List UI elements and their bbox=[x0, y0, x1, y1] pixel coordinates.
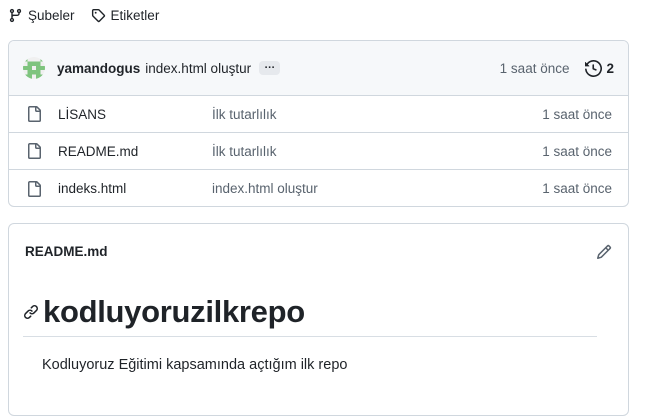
branches-label: Şubeler bbox=[28, 7, 75, 23]
tags-link[interactable]: Etiketler bbox=[91, 7, 160, 23]
readme-content: kodluyoruzilkrepo Kodluyoruz Eğitimi kap… bbox=[23, 294, 597, 373]
commit-author[interactable]: yamandogus bbox=[57, 61, 140, 76]
pencil-icon[interactable] bbox=[596, 244, 612, 260]
branches-link[interactable]: Şubeler bbox=[8, 8, 75, 23]
file-icon bbox=[28, 106, 41, 122]
latest-commit-bar: yamandogus index.html oluştur … 1 saat ö… bbox=[9, 41, 628, 96]
history-link[interactable]: 2 bbox=[585, 59, 614, 77]
readme-paragraph: Kodluyoruz Eğitimi kapsamında açtığım il… bbox=[42, 357, 348, 373]
readme-heading-wrap: kodluyoruzilkrepo bbox=[23, 294, 597, 337]
commit-expand-button[interactable]: … bbox=[259, 60, 281, 75]
file-commit-date: 1 saat önce bbox=[542, 143, 612, 159]
file-name[interactable]: indeks.html bbox=[58, 181, 212, 196]
file-name[interactable]: LİSANS bbox=[58, 107, 212, 122]
tags-label: Etiketler bbox=[110, 7, 160, 23]
file-commit-message[interactable]: İlk tutarlılık bbox=[212, 144, 277, 159]
file-icon bbox=[28, 143, 41, 159]
history-count: 2 bbox=[606, 60, 614, 76]
file-row[interactable]: README.md İlk tutarlılık 1 saat önce bbox=[9, 133, 628, 170]
file-name[interactable]: README.md bbox=[58, 144, 212, 159]
commit-time: 1 saat önce bbox=[499, 60, 570, 76]
repo-nav: Şubeler Etiketler bbox=[8, 5, 159, 25]
avatar[interactable] bbox=[23, 57, 45, 79]
link-icon[interactable] bbox=[23, 304, 39, 320]
history-icon bbox=[585, 59, 603, 77]
readme-filename: README.md bbox=[25, 244, 108, 259]
readme-header: README.md bbox=[9, 224, 628, 279]
file-row[interactable]: LİSANS İlk tutarlılık 1 saat önce bbox=[9, 96, 628, 133]
file-commit-date: 1 saat önce bbox=[542, 106, 612, 122]
file-commit-message[interactable]: index.html oluştur bbox=[212, 181, 318, 196]
readme-heading: kodluyoruzilkrepo bbox=[43, 294, 305, 329]
file-commit-date: 1 saat önce bbox=[542, 181, 612, 196]
commit-meta: 1 saat önce 2 bbox=[499, 59, 614, 77]
branch-icon bbox=[9, 8, 22, 22]
file-browser: yamandogus index.html oluştur … 1 saat ö… bbox=[8, 40, 629, 207]
tag-icon bbox=[91, 8, 105, 22]
file-icon bbox=[28, 180, 41, 197]
commit-message[interactable]: index.html oluştur bbox=[145, 61, 251, 76]
file-commit-message[interactable]: İlk tutarlılık bbox=[212, 107, 277, 122]
readme-panel: README.md kodluyoruzilkrepo Kodluyoruz E… bbox=[8, 223, 629, 416]
file-row[interactable]: indeks.html index.html oluştur 1 saat ön… bbox=[9, 170, 628, 206]
